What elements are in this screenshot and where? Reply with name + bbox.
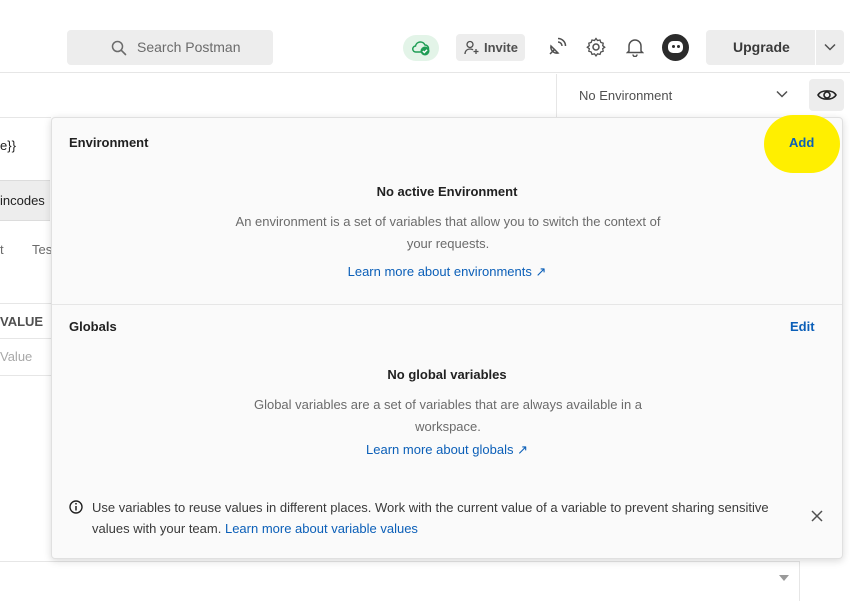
environment-selected: No Environment bbox=[579, 88, 673, 103]
avatar[interactable] bbox=[662, 34, 689, 61]
scroll-down-arrow-icon[interactable] bbox=[779, 575, 789, 581]
close-icon[interactable] bbox=[811, 510, 823, 522]
globals-section-title: Globals bbox=[69, 319, 117, 334]
environment-section-title: Environment bbox=[69, 135, 149, 150]
search-placeholder: Search Postman bbox=[137, 39, 241, 55]
learn-variable-values-link[interactable]: Learn more about variable values bbox=[225, 521, 418, 536]
divider bbox=[0, 561, 800, 562]
avatar-eye-right bbox=[677, 45, 680, 48]
divider bbox=[0, 117, 51, 118]
cloud-sync-status[interactable] bbox=[403, 35, 439, 61]
divider bbox=[799, 561, 800, 601]
invite-label: Invite bbox=[484, 40, 518, 55]
url-fragment: e}} bbox=[0, 138, 16, 153]
no-globals-title: No global variables bbox=[387, 367, 507, 382]
tab-fragment[interactable]: t bbox=[0, 242, 4, 257]
upgrade-label: Upgrade bbox=[733, 39, 790, 55]
environment-description: An environment is a set of variables tha… bbox=[235, 214, 661, 251]
edit-globals-button[interactable]: Edit bbox=[790, 319, 815, 334]
search-icon bbox=[111, 40, 127, 56]
environment-quick-look-button[interactable] bbox=[809, 79, 844, 111]
tab-tests[interactable]: Tes bbox=[32, 242, 52, 257]
environment-quick-look-popover: Environment Add No active Environment An… bbox=[51, 115, 843, 559]
learn-environments-link[interactable]: Learn more about environments ↗ bbox=[52, 264, 842, 280]
satellite-icon[interactable] bbox=[547, 37, 567, 57]
eye-icon bbox=[817, 90, 837, 100]
invite-button[interactable]: Invite bbox=[456, 34, 525, 61]
avatar-face bbox=[668, 41, 683, 53]
top-bar: Search Postman Invite Upgrade bbox=[0, 0, 850, 73]
section-divider bbox=[52, 304, 842, 305]
no-environment-title: No active Environment bbox=[376, 184, 518, 199]
divider bbox=[0, 375, 51, 376]
upgrade-button[interactable]: Upgrade bbox=[706, 30, 815, 65]
add-user-icon bbox=[464, 40, 479, 55]
divider bbox=[0, 303, 51, 304]
info-text: Use variables to reuse values in differe… bbox=[92, 500, 769, 536]
learn-globals-link[interactable]: Learn more about globals ↗ bbox=[52, 442, 842, 458]
search-input[interactable]: Search Postman bbox=[67, 30, 273, 65]
info-text-block: Use variables to reuse values in differe… bbox=[92, 497, 782, 539]
divider bbox=[0, 338, 51, 339]
value-placeholder[interactable]: Value bbox=[0, 349, 32, 364]
chevron-down-icon bbox=[776, 90, 788, 98]
globals-description: Global variables are a set of variables … bbox=[253, 397, 643, 434]
cloud-sync-icon bbox=[412, 41, 430, 56]
environment-selector[interactable]: No Environment bbox=[556, 74, 850, 117]
upgrade-dropdown-button[interactable] bbox=[816, 30, 844, 65]
info-icon bbox=[69, 500, 83, 514]
add-environment-button[interactable]: Add bbox=[789, 135, 814, 150]
request-tab-label: incodes bbox=[0, 193, 45, 208]
gear-icon[interactable] bbox=[586, 37, 606, 57]
bell-icon[interactable] bbox=[626, 37, 644, 57]
avatar-eye-left bbox=[672, 45, 675, 48]
chevron-down-icon bbox=[824, 43, 836, 51]
value-column-header: VALUE bbox=[0, 314, 44, 329]
